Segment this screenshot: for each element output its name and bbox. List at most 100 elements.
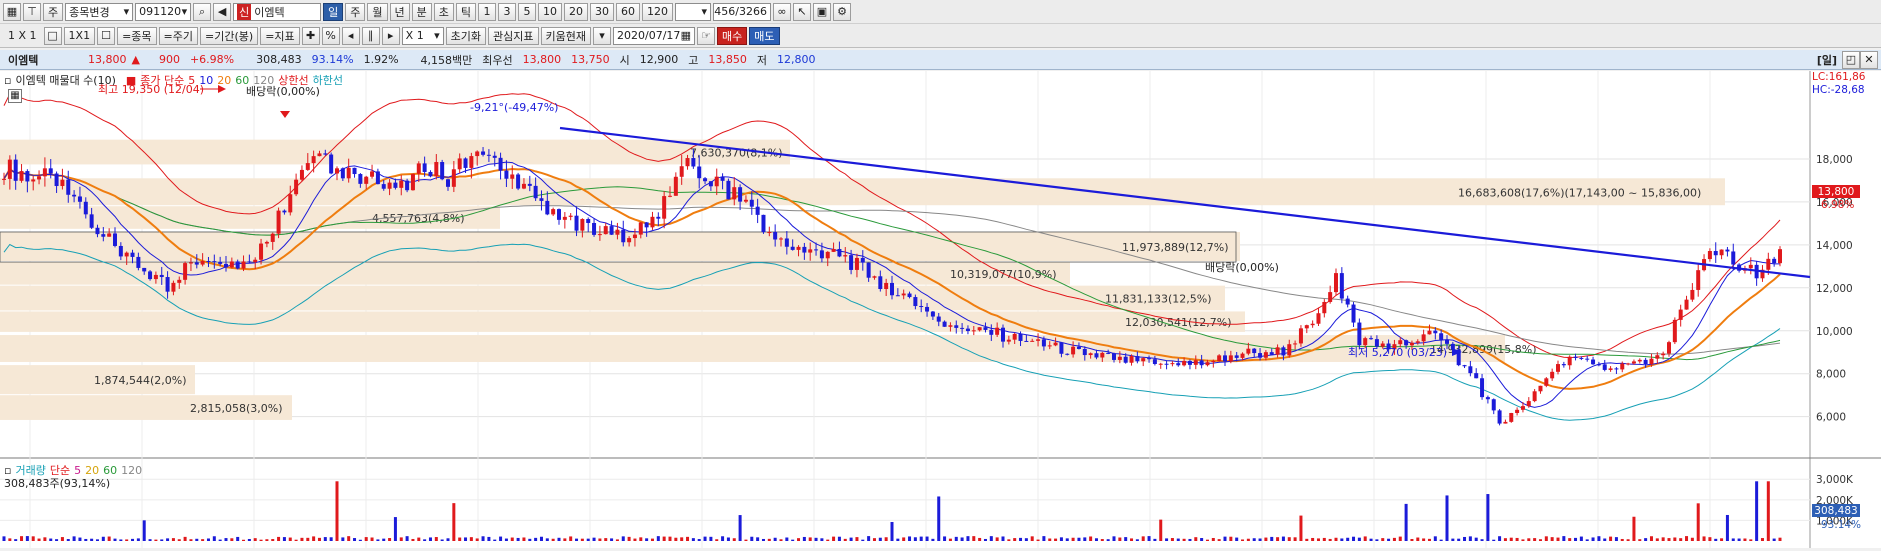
volume-bar: [171, 538, 175, 541]
minute-30[interactable]: 30: [590, 2, 614, 21]
volume-bar: [230, 538, 234, 541]
reset-button[interactable]: 초기화: [445, 26, 487, 45]
candle-body: [1158, 363, 1163, 365]
upper-band-label[interactable]: 상한선: [278, 72, 308, 88]
volume-bar: [1094, 538, 1098, 541]
crosshair-icon[interactable]: ✚: [301, 26, 320, 45]
table-toggle-icon[interactable]: ▦: [8, 89, 22, 103]
period-week[interactable]: 주: [345, 2, 366, 21]
period-day[interactable]: 일: [323, 2, 344, 21]
tab-main[interactable]: 주: [43, 2, 64, 21]
volume-bar: [545, 538, 549, 541]
period-second[interactable]: 초: [433, 2, 454, 21]
period-minute[interactable]: 분: [411, 2, 432, 21]
candle-body: [1719, 249, 1724, 256]
save-icon[interactable]: ▣: [813, 2, 831, 21]
candle-body: [1433, 330, 1438, 334]
same-stock-button[interactable]: =종목: [117, 26, 157, 45]
candle-body: [574, 215, 579, 231]
date-field[interactable]: 2020/07/17 ▦: [613, 26, 695, 45]
ma-10-label[interactable]: 10: [199, 74, 213, 87]
search-icon[interactable]: ⌕: [193, 2, 212, 21]
candle-body: [1550, 371, 1555, 379]
candle-body: [72, 194, 77, 197]
volume-bar: [294, 539, 298, 541]
layout-1x1-button[interactable]: 1X1: [63, 26, 96, 45]
gear-icon[interactable]: ⚙: [833, 2, 851, 21]
same-indicator-button[interactable]: =지표: [260, 26, 300, 45]
volume-bar: [1036, 539, 1040, 541]
ma-20-label[interactable]: 20: [217, 74, 231, 87]
kium-current-button[interactable]: 키움현재: [540, 26, 591, 45]
volume-bar: [493, 539, 497, 541]
period-month[interactable]: 월: [367, 2, 388, 21]
price-legend-title: 이엠텍 매물대 수(10): [15, 74, 116, 87]
layout-label[interactable]: 1 X 1: [3, 29, 42, 42]
volume-bar: [370, 537, 374, 541]
candle-body: [609, 226, 614, 235]
candle-body: [662, 196, 667, 219]
sound-icon[interactable]: ◀: [213, 2, 232, 21]
volume-bar: [773, 537, 777, 541]
candle-body: [165, 277, 170, 292]
candle-body: [1678, 309, 1683, 320]
volume-bar: [1474, 537, 1478, 541]
link-icon[interactable]: ∞: [773, 2, 791, 21]
pin-icon[interactable]: ⊤: [23, 2, 41, 21]
pause-icon[interactable]: ∥: [361, 26, 380, 45]
minute-3[interactable]: 3: [498, 2, 516, 21]
single-layout-icon[interactable]: □: [43, 26, 62, 45]
period-tick[interactable]: 틱: [455, 2, 476, 21]
volume-bar: [1731, 538, 1735, 541]
candle-body: [457, 158, 462, 170]
volume-bar: [686, 536, 690, 541]
stock-name-field[interactable]: 신 이엠텍: [233, 2, 322, 21]
calendar-icon[interactable]: ▦: [681, 29, 691, 42]
volume-bar: [1632, 516, 1636, 541]
restore-icon[interactable]: ◰: [1842, 50, 1860, 69]
up-arrow-icon: ▲: [131, 53, 140, 66]
favorite-indicators-button[interactable]: 관심지표: [488, 26, 539, 45]
same-range-button[interactable]: =기간(봉): [200, 26, 259, 45]
period-year[interactable]: 년: [389, 2, 410, 21]
same-period-button[interactable]: =주기: [158, 26, 199, 45]
volume-bar: [1766, 481, 1770, 541]
minute-5[interactable]: 5: [518, 2, 536, 21]
minute-10[interactable]: 10: [538, 2, 562, 21]
volume-bar: [464, 537, 468, 541]
chevron-down-icon[interactable]: ▾: [593, 26, 611, 45]
close-icon[interactable]: ✕: [1860, 50, 1878, 69]
pointer-icon[interactable]: ☞: [697, 26, 715, 45]
candle-body: [1573, 356, 1578, 358]
next-icon[interactable]: ▸: [381, 26, 400, 45]
buy-button[interactable]: 매수: [717, 26, 748, 45]
minute-60[interactable]: 60: [616, 2, 640, 21]
volume-tick-label: 3,000K: [1816, 474, 1854, 486]
minute-1[interactable]: 1: [478, 2, 496, 21]
price-volume-chart[interactable]: 7,630,370(8,1%)16,683,608(17,6%)(17,143,…: [0, 71, 1881, 548]
minute-20[interactable]: 20: [564, 2, 588, 21]
zoom-select[interactable]: X 1 ▾: [401, 26, 444, 45]
prev-icon[interactable]: ◂: [341, 26, 360, 45]
candle-body: [1585, 358, 1590, 360]
volume-bar: [1498, 536, 1502, 541]
market-selector[interactable]: 종목변경 ▾: [65, 2, 134, 21]
volume-ma-120[interactable]: 120: [121, 464, 142, 477]
cursor-icon[interactable]: ↖: [793, 2, 811, 21]
ma-60-label[interactable]: 60: [235, 74, 249, 87]
lower-band-label[interactable]: 하한선: [313, 72, 343, 88]
ma-5-label[interactable]: 5: [188, 74, 195, 87]
sell-button[interactable]: 매도: [749, 26, 780, 45]
candle-body: [148, 271, 153, 280]
stock-code-input[interactable]: 091120 ▾: [135, 2, 192, 21]
volume-bar: [142, 520, 146, 541]
volume-bar: [1702, 536, 1706, 541]
ma-120-label[interactable]: 120: [253, 74, 274, 87]
minute-120[interactable]: 120: [642, 2, 673, 21]
custom-period-input[interactable]: ▾: [675, 2, 711, 21]
checkbox-icon[interactable]: ☐: [97, 26, 116, 45]
chart-area[interactable]: 7,630,370(8,1%) 16,683,608(17,6%)(17,143,…: [0, 71, 1881, 548]
grid-icon[interactable]: ▦: [3, 2, 21, 21]
percent-icon[interactable]: %: [321, 26, 340, 45]
collapse-icon[interactable]: ▫: [4, 74, 11, 87]
